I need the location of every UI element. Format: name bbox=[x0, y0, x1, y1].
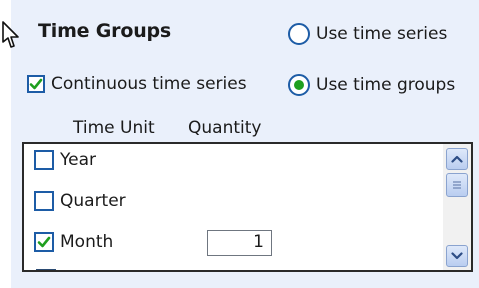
checkbox-label: Continuous time series bbox=[51, 74, 247, 94]
checkbox-icon[interactable] bbox=[34, 191, 54, 211]
scroll-thumb[interactable] bbox=[446, 173, 468, 197]
chevron-down-icon bbox=[451, 252, 463, 260]
continuous-time-series-checkbox[interactable]: Continuous time series bbox=[27, 74, 247, 94]
radio-label: Use time series bbox=[316, 24, 448, 44]
chevron-up-icon bbox=[451, 155, 463, 163]
checkmark-icon bbox=[37, 236, 51, 248]
scroll-grip-icon bbox=[453, 181, 461, 189]
list-item-partial bbox=[36, 269, 56, 270]
vertical-scrollbar[interactable] bbox=[443, 144, 471, 270]
use-time-groups-radio[interactable]: Use time groups bbox=[288, 74, 455, 96]
scroll-down-button[interactable] bbox=[446, 245, 468, 267]
list-item-label: Month bbox=[60, 232, 114, 252]
radio-label: Use time groups bbox=[316, 75, 456, 95]
list-item-label: Year bbox=[60, 150, 96, 170]
mouse-pointer-icon bbox=[2, 21, 19, 48]
checkbox-icon[interactable] bbox=[34, 150, 54, 170]
checkbox-icon[interactable] bbox=[27, 75, 45, 93]
section-title: Time Groups bbox=[38, 20, 172, 42]
month-quantity-input[interactable]: 1 bbox=[207, 230, 272, 256]
list-item-quarter[interactable]: Quarter bbox=[34, 191, 126, 211]
column-header-time-unit: Time Unit bbox=[73, 118, 155, 138]
radio-button-icon[interactable] bbox=[288, 74, 310, 96]
list-item-label: Quarter bbox=[60, 191, 126, 211]
checkmark-icon bbox=[29, 78, 43, 90]
list-item-year[interactable]: Year bbox=[34, 150, 96, 170]
list-item-month[interactable]: Month bbox=[34, 232, 113, 252]
time-unit-list[interactable]: Year Quarter Month 1 bbox=[22, 142, 473, 272]
checkbox-icon[interactable] bbox=[34, 232, 54, 252]
scroll-up-button[interactable] bbox=[446, 148, 468, 170]
column-header-quantity: Quantity bbox=[188, 118, 262, 138]
radio-button-icon[interactable] bbox=[288, 23, 310, 45]
use-time-series-radio[interactable]: Use time series bbox=[288, 23, 447, 45]
radio-selected-dot bbox=[294, 80, 304, 90]
